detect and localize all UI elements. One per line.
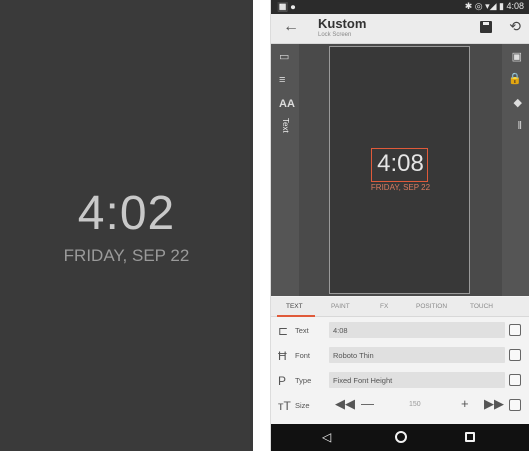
status-bar: 🔲 ⏺ ✱ ◎ ▾◢ ▮ 4:08	[271, 0, 529, 14]
editor-tabs: TEXT PAINT FX POSITION TOUCH	[271, 297, 529, 317]
left-toolbar: ▭ ≡ AA Text	[271, 44, 299, 296]
app-bar: ← Kustom Lock Screen ⟲	[271, 14, 529, 44]
tab-fx[interactable]: FX	[380, 303, 388, 310]
font-label: Font	[295, 351, 311, 360]
text-value-field[interactable]: 4:08	[329, 322, 505, 338]
type-checkbox[interactable]	[509, 374, 521, 386]
text-tool-label[interactable]: Text	[281, 118, 290, 133]
decrease-icon[interactable]: —	[361, 396, 374, 411]
focus-icon[interactable]: ▣	[512, 50, 522, 63]
size-checkbox[interactable]	[509, 399, 521, 411]
app-subtitle: Lock Screen	[318, 32, 352, 38]
text-checkbox[interactable]	[509, 324, 521, 336]
status-right: ✱ ◎ ▾◢ ▮ 4:08	[464, 1, 524, 11]
canvas-time[interactable]: 4:08	[330, 150, 471, 178]
save-icon[interactable]	[480, 21, 492, 33]
phone-screen: 🔲 ⏺ ✱ ◎ ▾◢ ▮ 4:08 ← Kustom Lock Screen ⟲…	[270, 0, 529, 451]
tab-touch[interactable]: TOUCH	[470, 303, 493, 310]
layers-icon[interactable]: ◆	[514, 96, 522, 109]
history-icon[interactable]: ⟲	[509, 18, 521, 35]
right-toolbar: ▣ 🔒 ◆ ‖	[502, 44, 529, 296]
type-property-row: P Type Fixed Font Height	[271, 368, 529, 393]
font-property-row: Ħ Font Roboto Thin	[271, 343, 529, 368]
font-value-field[interactable]: Roboto Thin	[329, 347, 505, 363]
recents-icon[interactable]	[465, 432, 475, 442]
back-icon[interactable]: ◁	[322, 430, 331, 444]
text-field-icon: ⊏	[278, 324, 289, 338]
text-property-row: ⊏ Text 4:08	[271, 318, 529, 343]
editor-area: ▭ ≡ AA Text 4:08 FRIDAY, SEP 22 ▣ 🔒 ◆ ‖	[271, 44, 529, 296]
text-label: Text	[295, 326, 309, 335]
tab-position[interactable]: POSITION	[416, 303, 447, 310]
size-label: Size	[295, 401, 310, 410]
lock-date: FRIDAY, SEP 22	[63, 246, 190, 265]
back-arrow-icon[interactable]: ←	[283, 18, 299, 36]
type-value-field[interactable]: Fixed Font Height	[329, 372, 505, 388]
lock-icon[interactable]: 🔒	[508, 72, 522, 85]
increase-icon[interactable]: +	[461, 396, 469, 411]
type-label: Type	[295, 376, 312, 385]
fast-decrease-icon[interactable]: ◀◀	[335, 396, 355, 412]
type-value: Fixed Font Height	[333, 376, 393, 385]
fast-increase-icon[interactable]: ▶▶	[484, 396, 504, 412]
font-icon: Ħ	[278, 349, 287, 363]
text-value: 4:08	[333, 326, 348, 335]
lock-screen-preview: 4:02 FRIDAY, SEP 22	[0, 0, 253, 451]
font-checkbox[interactable]	[509, 349, 521, 361]
tab-paint[interactable]: PAINT	[331, 303, 350, 310]
size-value: 150	[409, 401, 421, 408]
lock-time: 4:02	[77, 187, 176, 240]
canvas-date[interactable]: FRIDAY, SEP 22	[330, 183, 471, 192]
pause-icon[interactable]: ‖	[517, 120, 522, 132]
app-title: Kustom	[318, 16, 367, 31]
home-icon[interactable]	[395, 431, 407, 443]
type-icon: P	[278, 374, 287, 388]
navigation-bar: ◁	[271, 424, 529, 451]
active-tab-indicator	[277, 315, 315, 317]
folder-icon[interactable]: ▭	[279, 50, 289, 63]
font-value: Roboto Thin	[333, 351, 374, 360]
tab-text[interactable]: TEXT	[286, 303, 303, 310]
size-property-row: ᴛT Size ◀◀ — 150 + ▶▶	[271, 393, 529, 418]
status-left-icons: 🔲 ⏺	[277, 2, 296, 12]
size-icon: ᴛT	[278, 399, 291, 413]
size-stepper: ◀◀ — 150 + ▶▶	[329, 396, 505, 413]
text-style-icon[interactable]: AA	[279, 98, 295, 110]
list-icon[interactable]: ≡	[279, 74, 285, 86]
preview-canvas[interactable]: 4:08 FRIDAY, SEP 22	[329, 46, 470, 294]
